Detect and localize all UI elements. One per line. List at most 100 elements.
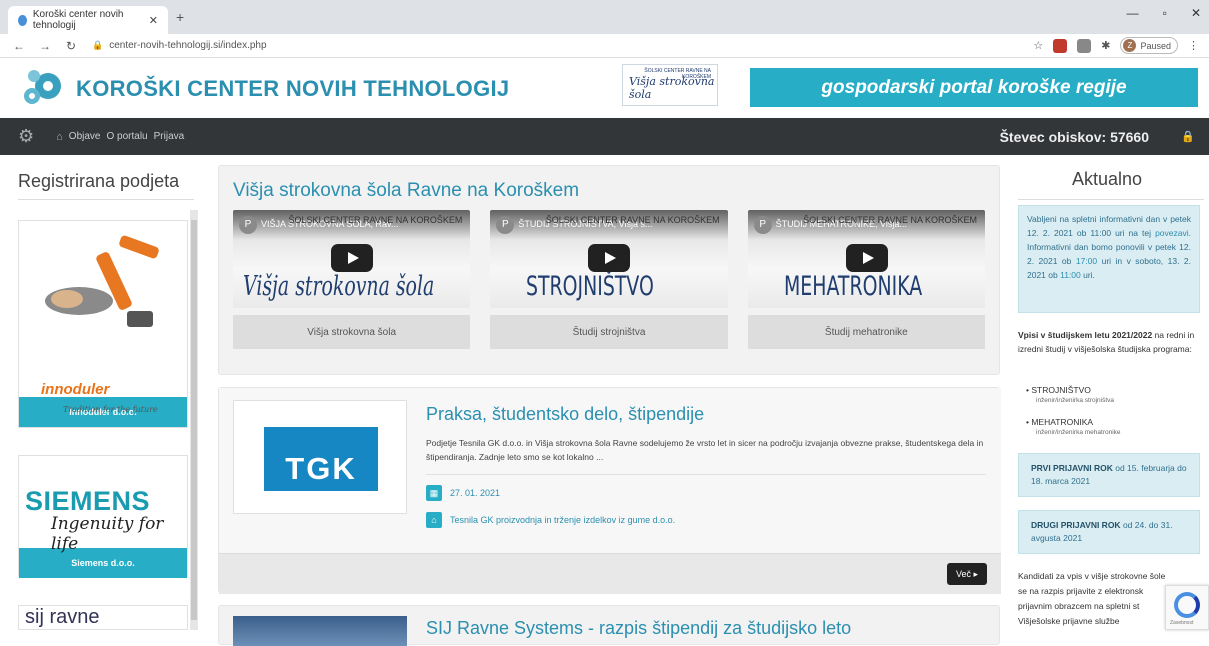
divider [1018,199,1204,200]
right-title: Aktualno [1072,169,1143,189]
school-logo-top: ŠOLSKI CENTER RAVNE NA KOROŠKEM [644,68,711,80]
main-navbar: ⚙ ⌂ Objave O portalu Prijava Števec obis… [0,118,1209,155]
url-field[interactable]: 🔒 center-novih-tehnologij.si/index.php [92,40,267,51]
video-school: ŠOLSKI CENTER RAVNE NA KOROŠKEM [288,215,463,225]
site-title[interactable]: KOROŠKI CENTER NOVIH TEHNOLOGIJ [76,76,509,102]
portal-button[interactable]: gospodarski portal koroške regije [750,68,1198,107]
company-card[interactable]: SIEMENS Ingenuity for life Siemens d.o.o… [18,455,188,578]
window-controls: — ▫ ✕ [1127,6,1201,20]
recaptcha-icon [1174,592,1200,618]
close-window-icon[interactable]: ✕ [1191,6,1201,20]
divider [426,474,986,475]
candidates-text: Kandidati za vpis v višje strokovne šole… [1018,571,1166,626]
gear-logo-icon[interactable] [20,66,68,110]
browser-tab-strip: Koroški center novih tehnologij ✕ + — ▫ … [0,0,1209,34]
company-card[interactable]: sij ravne [18,605,188,630]
post-title[interactable]: SIJ Ravne Systems - razpis štipendij za … [426,618,851,639]
close-tab-icon[interactable]: ✕ [149,14,158,27]
company-logo: SIEMENS [25,486,151,516]
video-item[interactable]: STROJNIŠTVO P ŠTUDIJ STROJNIŠTVA, Višja … [490,210,728,349]
recaptcha-badge[interactable]: Zasebnost [1165,585,1209,630]
video-label-button[interactable]: Višja strokovna šola [233,315,471,349]
lock-icon[interactable]: 🔒 [1181,130,1195,143]
company-card[interactable]: innoduler Tradition for the future Innod… [18,220,188,428]
puzzle-icon[interactable]: ✱ [1101,39,1110,52]
favicon-icon [18,14,27,26]
enrolment-text: Vpisi v študijskem letu 2021/2022 na red… [1018,328,1208,356]
home-icon[interactable]: ⌂ [56,131,63,143]
menu-icon[interactable]: ⋮ [1188,39,1199,52]
left-title: Registrirana podjeta [18,171,180,191]
second-deadline-alert: DRUGI PRIJAVNI ROK od 24. do 31. avgusta… [1018,510,1200,554]
play-icon[interactable] [845,244,888,272]
school-videos-card: Višja strokovna šola Ravne na Koroškem V… [218,165,1000,375]
minimize-icon[interactable]: — [1127,6,1139,20]
maximize-icon[interactable]: ▫ [1163,6,1167,20]
star-icon[interactable]: ☆ [1033,39,1043,52]
divider [18,199,194,200]
video-label-button[interactable]: Študij mehatronike [747,315,985,349]
nav-item-prijava[interactable]: Prijava [154,131,185,142]
video-big-text: MEHATRONIKA [783,271,922,302]
deadline-bold: PRVI PRIJAVNI ROK [1031,463,1113,473]
program-sub: inženir/inženirka strojništva [1036,397,1115,404]
reload-icon[interactable]: ↻ [64,39,78,53]
visit-counter: Števec obiskov: 57660 [999,128,1149,145]
play-icon[interactable] [588,244,631,272]
gear-icon[interactable]: ⚙ [18,126,34,147]
channel-avatar: P [239,216,257,234]
site-header: KOROŠKI CENTER NOVIH TEHNOLOGIJ ŠOLSKI C… [0,58,1209,118]
channel-avatar: P [753,216,772,234]
video-thumbnail[interactable]: Višja strokovna šola P VIŠJA STROKOVNA Š… [233,210,471,308]
scrollbar-thumb[interactable] [191,220,197,620]
post-title[interactable]: Praksa, študentsko delo, štipendije [426,404,704,425]
video-label-button[interactable]: Študij strojništva [490,315,728,349]
post-image[interactable]: TGK [233,400,407,514]
info-time: 17:00 [1075,256,1098,266]
home-icon: ⌂ [426,512,442,528]
nav-item-objave[interactable]: Objave [69,131,101,142]
company-logo: innoduler [41,381,110,398]
school-logo[interactable]: ŠOLSKI CENTER RAVNE NA KOROŠKEM Višja st… [622,64,718,106]
extension-icon[interactable] [1077,38,1092,53]
first-deadline-alert: PRVI PRIJAVNI ROK od 15. februarja do 18… [1018,453,1200,497]
info-time: 11:00 [1060,270,1081,280]
section-title[interactable]: Višja strokovna šola Ravne na Koroškem [233,180,985,202]
recaptcha-text: Zasebnost [1170,620,1194,626]
play-icon[interactable] [331,244,373,272]
registered-companies: Registrirana podjeta innoduler Tradition… [0,155,210,630]
post-card: TGK Praksa, študentsko delo, štipendije … [218,387,1001,594]
profile-status: Paused [1140,40,1171,51]
video-thumbnail[interactable]: MEHATRONIKA P ŠTUDIJ MEHATRONIKE, Višja.… [747,210,985,308]
post-image[interactable] [233,616,407,646]
video-item[interactable]: MEHATRONIKA P ŠTUDIJ MEHATRONIKE, Višja.… [747,210,985,349]
post-company[interactable]: ⌂ Tesnila GK proizvodnja in trženje izde… [426,512,675,528]
video-thumbnail[interactable]: STROJNIŠTVO P ŠTUDIJ STROJNIŠTVA, Višja … [490,210,728,308]
info-link[interactable]: povezavi [1155,228,1189,238]
forward-icon[interactable]: → [38,39,52,53]
calendar-icon: ▦ [426,485,442,501]
new-tab-icon[interactable]: + [176,9,184,25]
back-icon[interactable]: ← [12,39,26,53]
video-big-text: Višja strokovna šola [243,271,435,302]
company-image: innoduler Tradition for the future [19,221,187,414]
post-footer: Več ▸ [219,553,1001,594]
scrollbar[interactable] [190,210,198,630]
video-item[interactable]: Višja strokovna šola P VIŠJA STROKOVNA Š… [233,210,471,349]
info-text: uri. [1080,270,1095,280]
profile-button[interactable]: Z Paused [1120,37,1178,54]
extension-icon[interactable] [1053,38,1068,53]
post-excerpt: Podjetje Tesnila GK d.o.o. in Višja stro… [426,438,984,462]
nav-item-o-portalu[interactable]: O portalu [106,131,147,142]
company-tagline: Tradition for the future [63,405,158,414]
browser-tab[interactable]: Koroški center novih tehnologij ✕ [8,6,168,34]
video-school: ŠOLSKI CENTER RAVNE NA KOROŠKEM [803,215,977,225]
deadline-bold: DRUGI PRIJAVNI ROK [1031,520,1121,530]
robot-handshake-icon [45,235,159,327]
address-bar: ← → ↻ 🔒 center-novih-tehnologij.si/index… [0,34,1209,58]
info-day-alert: Vabljeni na spletni informativni dan v p… [1018,205,1200,313]
more-button[interactable]: Več ▸ [947,563,987,585]
post-company-text[interactable]: Tesnila GK proizvodnja in trženje izdelk… [450,515,675,525]
post-date: ▦ 27. 01. 2021 [426,485,500,501]
news-sidebar: Aktualno Vabljeni na spletni informativn… [1012,155,1209,630]
